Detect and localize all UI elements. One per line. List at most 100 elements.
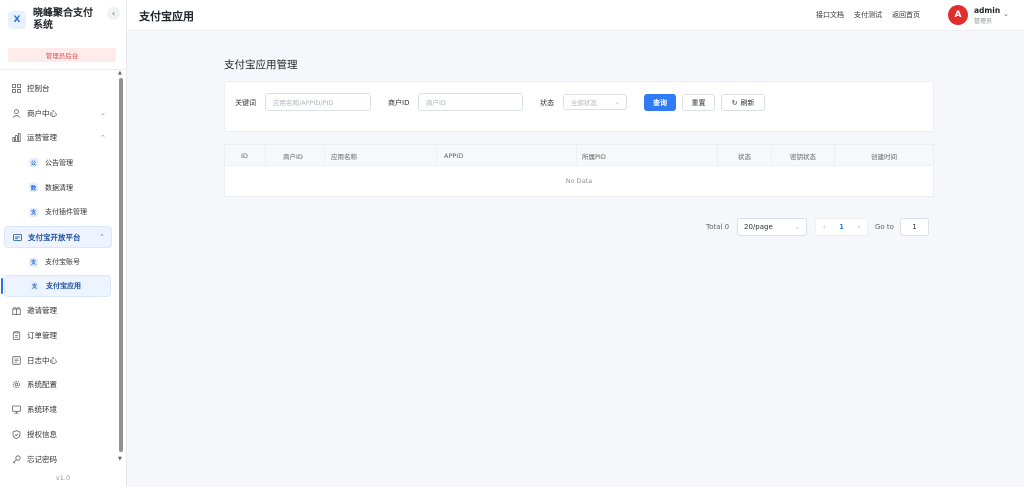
sidebar-scrollbar[interactable]	[119, 78, 123, 452]
column-header-id[interactable]: ID	[225, 145, 266, 166]
table-header: ID 商户ID 应用名称 APPID 所属PID 状态 密钥状态 创建时间	[225, 145, 933, 166]
chevron-up-icon: ⌃	[99, 233, 105, 242]
reset-button[interactable]: 重置	[682, 94, 715, 111]
chart-icon	[11, 133, 21, 143]
goto-page-input[interactable]: 1	[900, 218, 929, 236]
prev-page-icon[interactable]: ‹	[823, 223, 826, 231]
clipboard-icon	[11, 330, 21, 340]
merchant-id-input[interactable]: 商户ID	[418, 93, 523, 111]
dashboard-icon	[11, 83, 21, 93]
sidebar-item-forgot-password[interactable]: 忘记密码	[0, 447, 118, 472]
page-size-select[interactable]: 20/page ⌄	[737, 218, 807, 236]
sidebar-item-label: 忘记密码	[27, 454, 57, 464]
status-select-value: 全部状态	[571, 99, 597, 107]
chevron-up-icon: ⌃	[100, 133, 106, 142]
column-header-status[interactable]: 状态	[718, 145, 772, 166]
page-title: 支付宝应用	[139, 10, 194, 23]
version-label: v1.0	[55, 474, 71, 482]
sidebar-item-license[interactable]: 授权信息	[0, 422, 118, 447]
sidebar-item-label: 系统配置	[27, 380, 57, 390]
column-header-app-name[interactable]: 应用名称	[325, 145, 437, 166]
sidebar-item-label: 支付宝开放平台	[28, 232, 81, 242]
status-select[interactable]: 全部状态 ⌄	[563, 94, 627, 110]
filter-card: 关键词 应用名称/APPID/PID 商户ID 商户ID 状态 全部状态 ⌄ 查…	[224, 81, 934, 132]
monitor-icon	[11, 405, 21, 415]
column-header-appid[interactable]: APPID	[437, 145, 577, 166]
sidebar-item-label: 支付宝账号	[45, 258, 80, 267]
chevron-left-icon: ‹	[111, 9, 116, 18]
admin-badge: 管理员后台	[8, 48, 116, 62]
sidebar-item-merchant-center[interactable]: 商户中心 ⌄	[0, 101, 118, 126]
sidebar-item-orders[interactable]: 订单管理	[0, 323, 118, 348]
section-title: 支付宝应用管理	[224, 59, 298, 71]
sidebar-item-invitations[interactable]: 邀请管理	[0, 298, 118, 323]
refresh-icon: ↻	[731, 98, 738, 107]
sidebar-item-logs[interactable]: 日志中心	[0, 348, 118, 373]
scroll-down-arrow-icon[interactable]: ▼	[118, 456, 122, 462]
data-icon: 数	[29, 183, 38, 193]
user-name[interactable]: admin	[974, 6, 1000, 15]
page-number-current[interactable]: 1	[839, 223, 844, 231]
sidebar-item-label: 授权信息	[27, 429, 57, 439]
column-header-merchant-id[interactable]: 商户ID	[266, 145, 325, 166]
payment-test-link[interactable]: 支付测试	[854, 10, 882, 20]
collapse-sidebar-button[interactable]: ‹	[107, 7, 120, 20]
sidebar-item-label: 邀请管理	[27, 305, 57, 315]
sidebar-item-alipay-accounts[interactable]: 支 支付宝账号	[0, 250, 118, 275]
refresh-button[interactable]: ↻ 刷新	[721, 94, 765, 111]
sidebar-item-system-config[interactable]: 系统配置	[0, 372, 118, 397]
sidebar-item-label: 运营管理	[27, 133, 57, 143]
shield-icon	[11, 429, 21, 439]
sidebar-item-alipay-open-platform[interactable]: 支付宝开放平台 ⌃	[4, 226, 112, 249]
next-page-icon[interactable]: ›	[857, 223, 860, 231]
column-header-created-at[interactable]: 创建时间	[835, 145, 933, 166]
sidebar-item-label: 支付宝应用	[46, 281, 81, 290]
query-button[interactable]: 查询	[644, 94, 676, 111]
chevron-down-icon[interactable]: ⌄	[1003, 10, 1009, 18]
sidebar-item-label: 日志中心	[27, 355, 57, 365]
brand: X 晓峰聚合支付系统	[8, 6, 120, 34]
keyword-label: 关键词	[235, 99, 256, 107]
header-links: 接口文档 支付测试 返回首页	[816, 10, 920, 20]
column-header-pid[interactable]: 所属PID	[577, 145, 718, 166]
pagination-total: Total 0	[706, 223, 730, 231]
chevron-down-icon: ⌄	[794, 223, 800, 231]
sidebar-item-announcements[interactable]: 公 公告管理	[0, 150, 118, 175]
merchant-id-label: 商户ID	[388, 99, 410, 107]
user-role: 管理员	[974, 18, 993, 25]
goto-label: Go to	[875, 223, 894, 231]
card-icon	[12, 232, 22, 242]
alipay-icon: 支	[29, 257, 38, 267]
divider	[0, 69, 126, 70]
api-docs-link[interactable]: 接口文档	[816, 10, 844, 20]
gear-icon	[11, 380, 21, 390]
sidebar-item-payment-plugins[interactable]: 支 支付插件管理	[0, 200, 118, 225]
active-indicator	[1, 277, 3, 294]
sidebar: X 晓峰聚合支付系统 ‹ 管理员后台 ▲ 控制台 商户中心 ⌄ 运营管理 ⌃ 公	[0, 0, 127, 487]
sidebar-item-label: 商户中心	[27, 108, 57, 118]
scroll-up-arrow-icon[interactable]: ▲	[118, 70, 122, 76]
sidebar-item-operations[interactable]: 运营管理 ⌃	[0, 126, 118, 151]
sidebar-item-label: 系统环境	[27, 405, 57, 415]
keyword-input[interactable]: 应用名称/APPID/PID	[265, 93, 371, 111]
announcement-icon: 公	[29, 158, 38, 168]
sidebar-nav: 控制台 商户中心 ⌄ 运营管理 ⌃ 公 公告管理 数 数据清理 支 支付插件管理	[0, 76, 118, 472]
back-home-link[interactable]: 返回首页	[892, 10, 920, 20]
pagination: ‹ 1 ›	[815, 218, 868, 236]
sidebar-item-label: 订单管理	[27, 330, 57, 340]
chevron-down-icon: ⌄	[100, 109, 106, 118]
chevron-down-icon: ⌄	[614, 98, 620, 106]
column-header-key-status[interactable]: 密钥状态	[772, 145, 835, 166]
top-header: 支付宝应用 接口文档 支付测试 返回首页 A admin 管理员 ⌄	[127, 0, 1024, 31]
sidebar-item-label: 支付插件管理	[45, 208, 87, 217]
sidebar-item-data-cleanup[interactable]: 数 数据清理	[0, 175, 118, 200]
sidebar-item-alipay-apps[interactable]: 支 支付宝应用	[1, 274, 111, 297]
refresh-label: 刷新	[740, 98, 755, 107]
page-size-value: 20/page	[744, 223, 773, 231]
avatar[interactable]: A	[948, 5, 968, 25]
sidebar-item-dashboard[interactable]: 控制台	[0, 76, 118, 101]
sidebar-item-system-env[interactable]: 系统环境	[0, 397, 118, 422]
payment-icon: 支	[29, 207, 38, 217]
apps-table: ID 商户ID 应用名称 APPID 所属PID 状态 密钥状态 创建时间 No…	[224, 144, 934, 197]
empty-state: No Data	[565, 177, 593, 185]
